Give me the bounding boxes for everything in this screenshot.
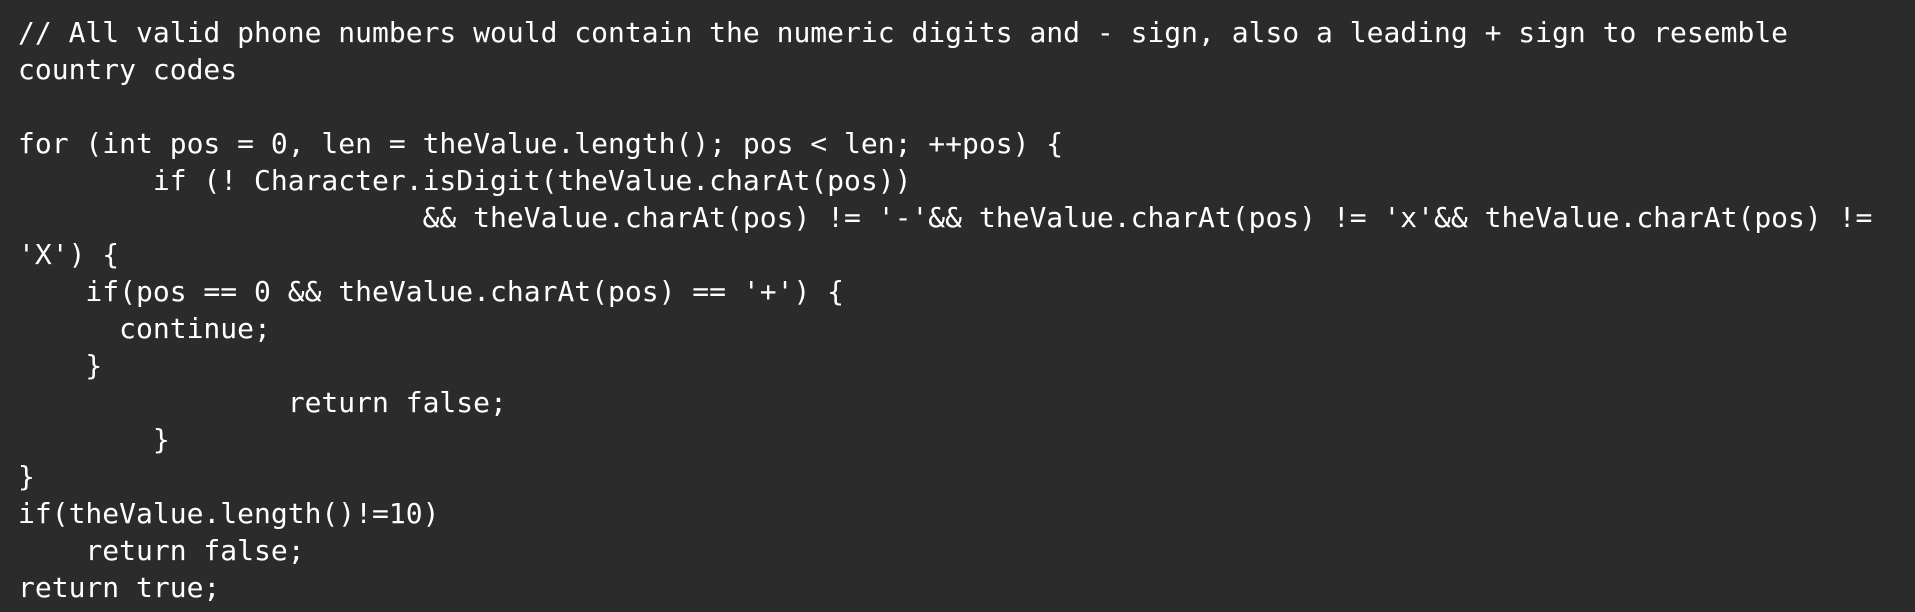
code-line-6: && theValue.charAt(pos) != '-'&& theValu… bbox=[18, 201, 1873, 234]
code-line-12: } bbox=[18, 423, 170, 456]
code-line-5: if (! Character.isDigit(theValue.charAt(… bbox=[18, 164, 912, 197]
code-view: // All valid phone numbers would contain… bbox=[0, 0, 1915, 612]
code-line-14: if(theValue.length()!=10) bbox=[18, 497, 440, 530]
code-line-11: return false; bbox=[18, 386, 507, 419]
code-line-7: 'X') { bbox=[18, 238, 120, 271]
code-line-8: if(pos == 0 && theValue.charAt(pos) == '… bbox=[18, 275, 845, 308]
code-line-2: country codes bbox=[18, 53, 238, 86]
code-line-1: // All valid phone numbers would contain… bbox=[18, 16, 1789, 49]
code-line-13: } bbox=[18, 460, 35, 493]
code-line-10: } bbox=[18, 349, 103, 382]
code-line-4: for (int pos = 0, len = theValue.length(… bbox=[18, 127, 1064, 160]
code-line-15: return false; bbox=[18, 534, 305, 567]
code-line-16: return true; bbox=[18, 571, 221, 604]
code-line-9: continue; bbox=[18, 312, 271, 345]
